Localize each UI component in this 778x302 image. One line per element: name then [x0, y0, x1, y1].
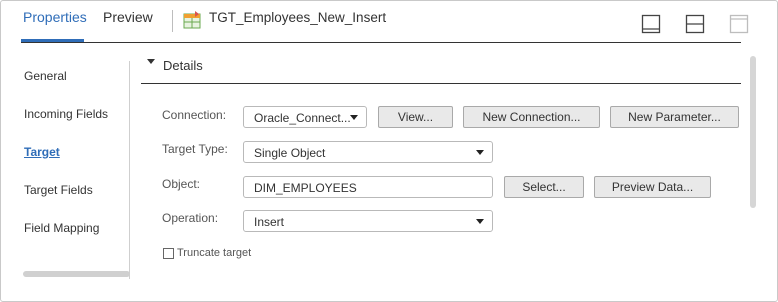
details-vertical-scrollbar[interactable] — [750, 56, 756, 208]
tab-properties[interactable]: Properties — [23, 9, 87, 25]
layout-bottom-panel-icon[interactable] — [641, 14, 661, 34]
collapse-caret-icon[interactable] — [147, 59, 155, 64]
section-title-details[interactable]: Details — [163, 58, 203, 73]
nav-item-general[interactable]: General — [24, 69, 67, 83]
new-connection-button[interactable]: New Connection... — [463, 106, 600, 128]
new-parameter-button[interactable]: New Parameter... — [610, 106, 739, 128]
nav-item-target-fields[interactable]: Target Fields — [24, 183, 93, 197]
tab-preview[interactable]: Preview — [103, 9, 153, 25]
chevron-down-icon — [476, 219, 484, 224]
table-target-icon — [183, 11, 201, 29]
preview-data-button[interactable]: Preview Data... — [594, 176, 711, 198]
nav-item-incoming-fields[interactable]: Incoming Fields — [24, 107, 108, 121]
chevron-down-icon — [476, 150, 484, 155]
chevron-down-icon — [350, 115, 358, 120]
layout-split-panel-icon[interactable] — [685, 14, 705, 34]
truncate-target-label[interactable]: Truncate target — [177, 247, 251, 259]
nav-item-target[interactable]: Target — [24, 145, 60, 159]
connection-select[interactable]: Oracle_Connect... — [243, 106, 367, 128]
select-object-button[interactable]: Select... — [504, 176, 584, 198]
target-type-select[interactable]: Single Object — [243, 141, 493, 163]
object-label: Object: — [162, 177, 201, 191]
nav-horizontal-scrollbar[interactable] — [23, 271, 130, 277]
header-divider — [172, 10, 173, 32]
properties-panel: Properties Preview TGT_Employees_New_Ins… — [0, 0, 778, 302]
layout-top-panel-icon[interactable] — [729, 14, 749, 34]
object-title: TGT_Employees_New_Insert — [209, 10, 387, 25]
nav-item-field-mapping[interactable]: Field Mapping — [24, 221, 99, 235]
connection-label: Connection: — [162, 108, 227, 122]
header-divider-line — [21, 42, 741, 43]
section-divider — [141, 83, 741, 84]
operation-value: Insert — [254, 215, 285, 229]
operation-select[interactable]: Insert — [243, 210, 493, 232]
operation-label: Operation: — [162, 211, 219, 225]
connection-value: Oracle_Connect... — [254, 111, 351, 125]
object-field[interactable]: DIM_EMPLOYEES — [243, 176, 493, 198]
target-type-label: Target Type: — [162, 142, 228, 156]
target-type-value: Single Object — [254, 146, 326, 160]
view-connection-button[interactable]: View... — [378, 106, 453, 128]
nav-divider — [129, 61, 130, 279]
truncate-target-checkbox[interactable] — [163, 248, 174, 259]
object-value: DIM_EMPLOYEES — [254, 181, 357, 195]
